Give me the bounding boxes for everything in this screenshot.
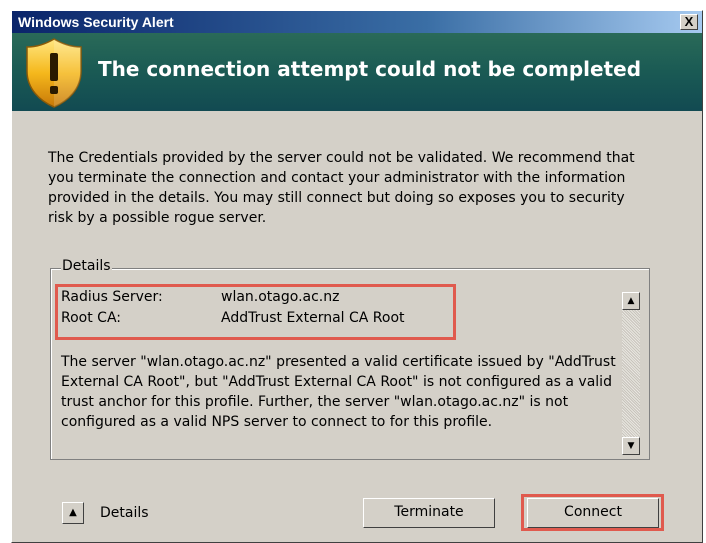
details-group-label: Details (61, 258, 112, 274)
warning-shield-icon (26, 38, 82, 108)
title-bar[interactable]: Windows Security Alert X (12, 11, 702, 33)
terminate-button[interactable]: Terminate (363, 498, 495, 528)
details-description: The server "wlan.otago.ac.nz" presented … (61, 354, 616, 430)
scroll-down-button[interactable]: ▼ (622, 437, 640, 455)
connect-highlight (521, 494, 664, 531)
banner-title: The connection attempt could not be comp… (98, 57, 642, 81)
scroll-up-button[interactable]: ▲ (622, 292, 640, 310)
alert-banner: The connection attempt could not be comp… (12, 33, 702, 111)
details-toggle-button[interactable]: ▲ (62, 502, 84, 524)
alert-message: The Credentials provided by the server c… (48, 150, 635, 226)
server-info-highlight (55, 284, 456, 340)
close-button[interactable]: X (680, 14, 698, 30)
details-scrollbar[interactable]: ▲ ▼ (622, 292, 640, 455)
details-toggle-label: Details (100, 505, 149, 521)
window-title: Windows Security Alert (18, 14, 174, 30)
